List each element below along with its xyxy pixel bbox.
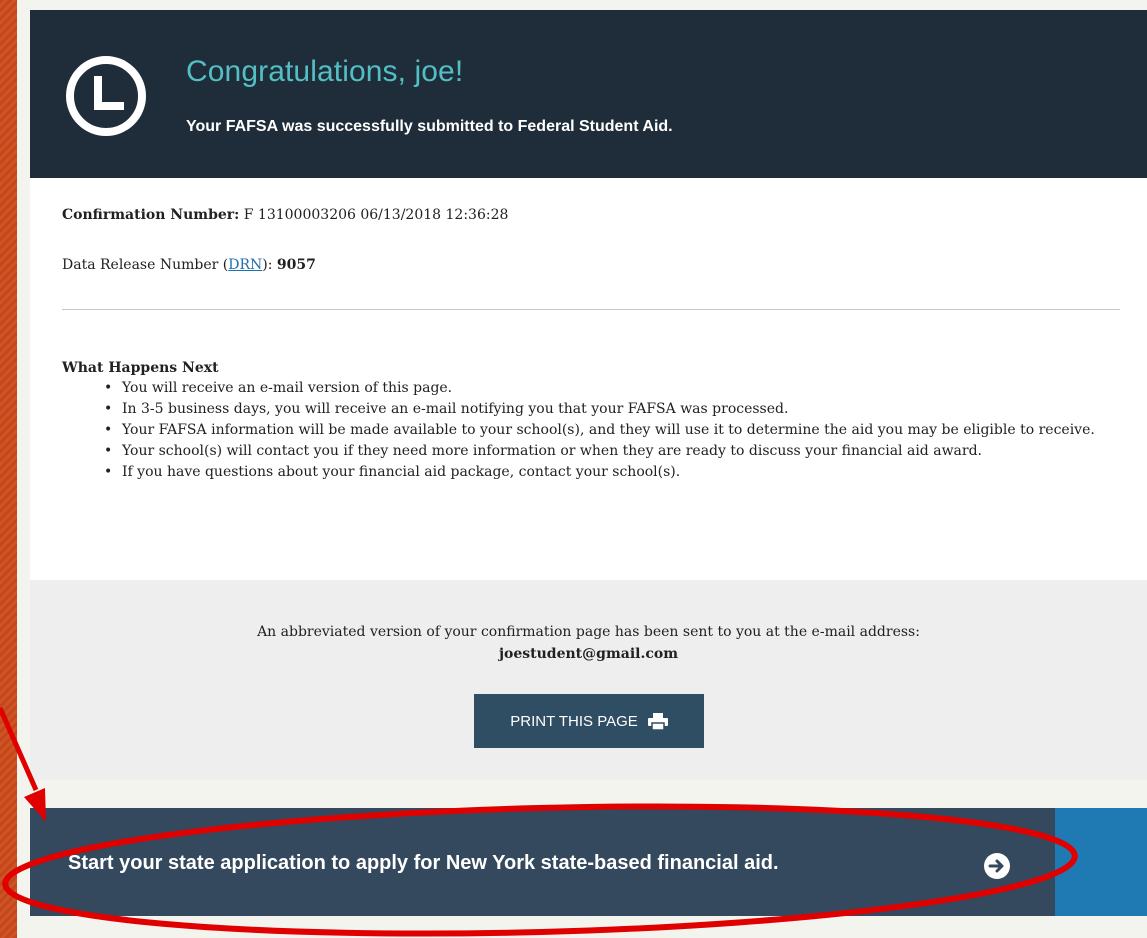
data-release-number: Data Release Number (DRN): 9057 [62, 257, 316, 273]
drn-value: 9057 [276, 257, 316, 273]
confirmation-label: Confirmation Number: [62, 207, 240, 223]
next-steps-title: What Happens Next [62, 360, 219, 376]
next-steps-list: You will receive an e-mail version of th… [104, 378, 1134, 483]
drn-link[interactable]: DRN [228, 257, 262, 273]
list-item: In 3-5 business days, you will receive a… [104, 399, 1134, 420]
list-item: Your FAFSA information will be made avai… [104, 420, 1134, 441]
email-notice-text: An abbreviated version of your confirmat… [257, 624, 920, 640]
print-button-label: PRINT THIS PAGE [510, 712, 638, 730]
divider [62, 309, 1120, 310]
email-notice: An abbreviated version of your confirmat… [30, 621, 1147, 665]
submission-status: Your FAFSA was successfully submitted to… [186, 118, 673, 135]
list-item: If you have questions about your financi… [104, 462, 1134, 483]
list-item: You will receive an e-mail version of th… [104, 378, 1134, 399]
success-banner: Congratulations, joe! Your FAFSA was suc… [30, 10, 1147, 178]
state-link-accent [1055, 808, 1147, 916]
clock-icon [66, 56, 146, 136]
state-application-label: Start your state application to apply fo… [68, 852, 779, 874]
confirmation-number: Confirmation Number: F 13100003206 06/13… [62, 207, 508, 223]
confirmation-card: Congratulations, joe! Your FAFSA was suc… [30, 10, 1147, 780]
arrow-right-circle-icon [984, 853, 1010, 879]
drn-label-suffix: ): [262, 257, 273, 273]
email-notice-panel: An abbreviated version of your confirmat… [30, 580, 1147, 780]
print-page-button[interactable]: PRINT THIS PAGE [474, 694, 704, 748]
state-application-link[interactable]: Start your state application to apply fo… [30, 808, 1147, 916]
printer-icon [647, 712, 668, 730]
list-item: Your school(s) will contact you if they … [104, 441, 1134, 462]
email-address: joestudent@gmail.com [498, 646, 679, 662]
page-title: Congratulations, joe! [186, 55, 464, 88]
confirmation-value: F 13100003206 06/13/2018 12:36:28 [243, 207, 509, 223]
drn-label-prefix: Data Release Number ( [62, 257, 229, 273]
